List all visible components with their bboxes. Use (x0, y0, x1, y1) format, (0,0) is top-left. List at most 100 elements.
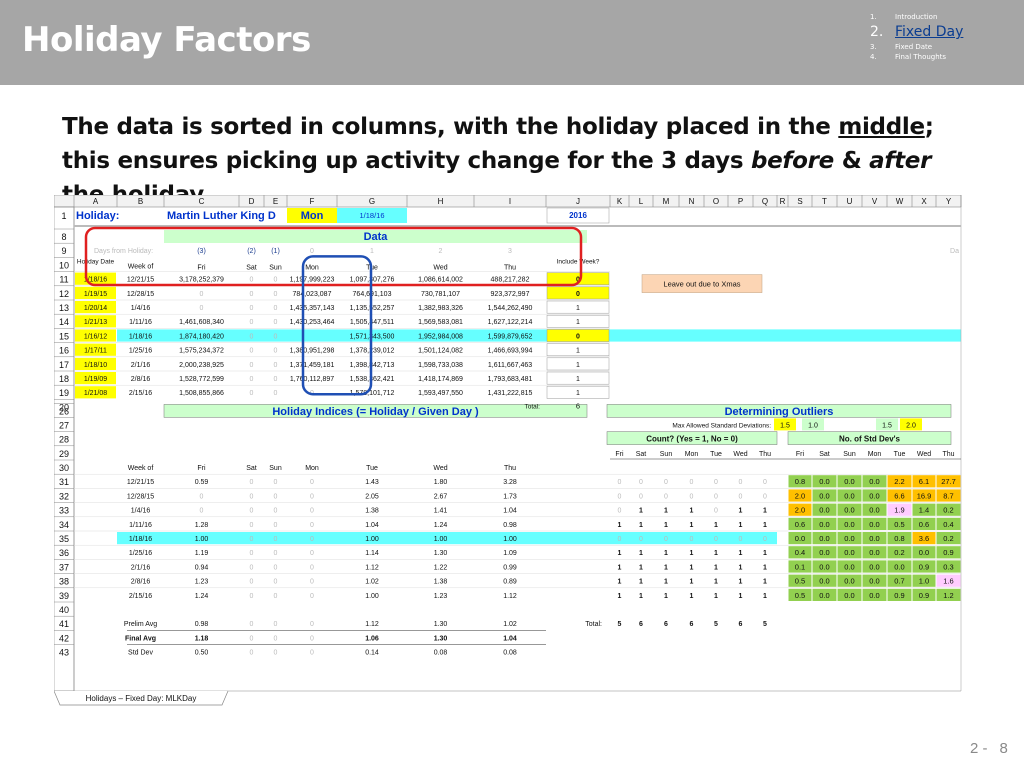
index-value: 0 (310, 564, 314, 571)
count-value: 0 (664, 536, 668, 543)
index-value: 1.38 (434, 579, 448, 586)
count-total-value: 5 (714, 621, 718, 628)
nav-item-label: Final Thoughts (895, 53, 947, 61)
row-number: 27 (59, 420, 69, 430)
count-value: 1 (690, 522, 694, 529)
count-value: 1 (763, 593, 767, 600)
days-from-holiday-value: (2) (247, 248, 256, 255)
count-value: 1 (618, 522, 622, 529)
column-header-h: H (438, 197, 444, 206)
index-value: 1.00 (365, 593, 379, 600)
sd-day-header: Thu (942, 451, 954, 458)
std-dev-value: 0.0 (819, 548, 829, 557)
note-text: Leave out due to Xmas (663, 280, 740, 289)
index-value: 0 (250, 579, 254, 586)
days-from-holiday-value: 2 (439, 248, 443, 255)
index-value: 0 (274, 593, 278, 600)
data-header: Data (364, 231, 389, 243)
nav-item-2[interactable]: 2. Fixed Day (870, 22, 963, 42)
index-value: 0 (250, 593, 254, 600)
count-header: Count? (Yes = 1, No = 0) (646, 435, 738, 444)
data-value: 1,380,951,298 (290, 348, 335, 355)
index-value: 0 (250, 564, 254, 571)
week-of-value: 2/1/16 (131, 362, 151, 369)
data-value: 3,178,252,379 (179, 277, 224, 284)
include-week-value: 1 (576, 305, 580, 312)
include-week-value: 1 (576, 348, 580, 355)
count-value: 1 (690, 508, 694, 515)
max-std-label: Max Allowed Standard Deviations: (672, 422, 771, 429)
data-value: 0 (274, 348, 278, 355)
row-number: 14 (59, 317, 69, 327)
summary-value: 1.30 (434, 635, 448, 642)
index-week-value: 1/18/16 (129, 536, 152, 543)
column-header-d: D (249, 197, 255, 206)
std-dev-value: 0.0 (819, 591, 829, 600)
summary-value: 1.12 (365, 621, 379, 628)
data-value: 1,466,693,994 (488, 348, 533, 355)
data-value: 1,461,608,340 (179, 319, 224, 326)
count-value: 1 (639, 593, 643, 600)
headline-middle: middle (838, 114, 925, 140)
headline-before: before (750, 148, 834, 174)
data-value: 1,874,180,420 (179, 333, 224, 340)
index-day-header: Thu (504, 465, 516, 472)
count-day-header: Tue (710, 451, 722, 458)
std-dev-value: 0.3 (943, 562, 953, 571)
section-number: 2 - (970, 740, 988, 757)
data-value: 1,501,124,082 (418, 348, 463, 355)
index-week-value: 2/15/16 (129, 593, 152, 600)
std-dev-value: 0.4 (943, 520, 953, 529)
index-value: 0 (310, 508, 314, 515)
day-header-thu: Thu (504, 264, 516, 271)
nav-item-4[interactable]: 4. Final Thoughts (870, 52, 963, 62)
summary-value: 0 (310, 650, 314, 657)
std-dev-value: 16.9 (917, 491, 932, 500)
slide-header: Holiday Factors 1. Introduction 2. Fixed Da… (0, 0, 1024, 85)
count-value: 1 (618, 564, 622, 571)
std-dev-value: 0.5 (795, 577, 805, 586)
std-dev-value: 0.9 (919, 562, 929, 571)
data-value: 1,431,222,815 (488, 390, 533, 397)
column-header-c: C (199, 197, 205, 206)
data-value: 1,575,234,372 (179, 348, 224, 355)
index-value: 0 (274, 493, 278, 500)
count-value: 1 (639, 508, 643, 515)
count-value: 1 (690, 564, 694, 571)
data-value: 0 (274, 291, 278, 298)
index-value: 0.98 (503, 522, 517, 529)
index-value: 0 (310, 593, 314, 600)
data-value: 0 (250, 291, 254, 298)
column-header-u: U (847, 197, 853, 206)
week-of-value: 12/21/15 (127, 277, 154, 284)
data-value: 0 (250, 390, 254, 397)
highlight-row (117, 329, 961, 342)
data-value: 1,382,983,326 (418, 305, 463, 312)
index-week-value: 2/1/16 (131, 564, 151, 571)
std-dev-value: 0.0 (869, 520, 879, 529)
summary-label: Std Dev (128, 650, 153, 657)
data-value: 1,627,122,214 (488, 319, 533, 326)
summary-value: 1.18 (195, 635, 209, 642)
index-week-value: 12/21/15 (127, 479, 154, 486)
nav-item-3[interactable]: 3. Fixed Date (870, 42, 963, 52)
index-value: 0 (250, 536, 254, 543)
nav-item-1[interactable]: 1. Introduction (870, 12, 963, 22)
row-number: 40 (59, 605, 69, 615)
count-value: 0 (639, 536, 643, 543)
index-value: 1.30 (434, 550, 448, 557)
day-header-wed: Wed (433, 264, 447, 271)
data-value: 1,508,855,866 (179, 390, 224, 397)
count-value: 0 (618, 479, 622, 486)
index-value: 0 (200, 508, 204, 515)
count-day-header: Sun (660, 451, 673, 458)
std-dev-value: 0.0 (844, 548, 854, 557)
summary-value: 1.06 (365, 635, 379, 642)
week-of-value: 2/8/16 (131, 376, 151, 383)
data-value: 0 (250, 348, 254, 355)
summary-value: 0.14 (365, 650, 379, 657)
std-dev-value: 0.0 (919, 548, 929, 557)
std-dev-value: 1.0 (919, 577, 929, 586)
count-value: 1 (639, 564, 643, 571)
std-dev-value: 0.0 (844, 506, 854, 515)
